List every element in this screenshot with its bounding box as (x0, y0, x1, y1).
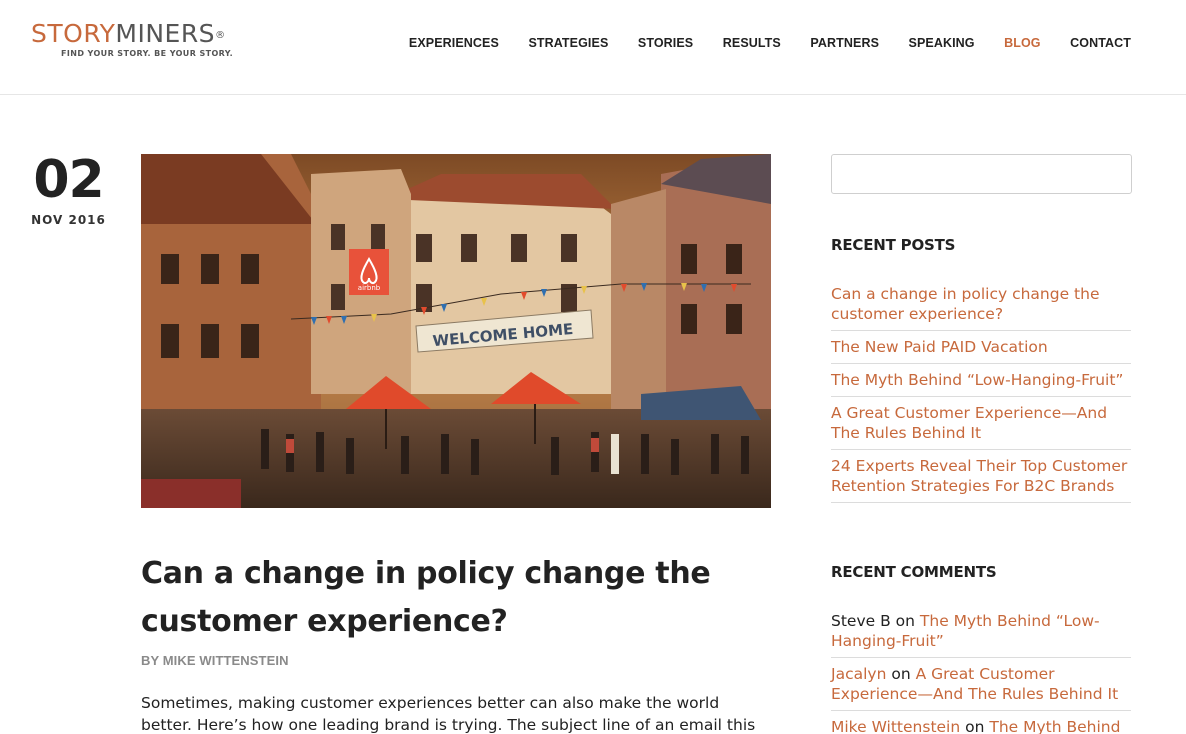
featured-image-illustration: airbnb WELCOME HOME (141, 154, 771, 508)
comment-connector: on (890, 612, 920, 630)
recent-comments-title: RECENT COMMENTS (831, 563, 997, 581)
list-item: Mike Wittenstein on The Myth Behind (831, 711, 1131, 734)
nav-item-blog[interactable]: BLOG (1004, 36, 1041, 50)
list-item: The New Paid PAID Vacation (831, 331, 1131, 364)
registered-mark: ® (215, 30, 226, 41)
list-item: 24 Experts Reveal Their Top Customer Ret… (831, 450, 1131, 503)
logo-wordmark: STORYMINERS® (31, 20, 233, 48)
recent-post-link[interactable]: The New Paid PAID Vacation (831, 337, 1131, 357)
recent-post-link[interactable]: 24 Experts Reveal Their Top Customer Ret… (831, 456, 1131, 496)
post-date: 02 NOV 2016 (31, 152, 106, 227)
sign-brand-text: airbnb (358, 284, 381, 292)
recent-posts-title: RECENT POSTS (831, 236, 956, 254)
logo-word-miners: MINERS (115, 19, 216, 48)
author-link[interactable]: MIKE WITTENSTEIN (163, 653, 289, 668)
search-input[interactable] (831, 154, 1132, 194)
recent-post-link[interactable]: The Myth Behind “Low-Hanging-Fruit” (831, 370, 1131, 390)
post-excerpt: Sometimes, making customer experiences b… (141, 694, 756, 734)
post-date-month-year: NOV 2016 (31, 213, 106, 227)
comment-author: Steve B (831, 612, 891, 630)
nav-item-experiences[interactable]: EXPERIENCES (409, 36, 499, 50)
comment-connector: on (886, 665, 916, 683)
recent-post-link[interactable]: A Great Customer Experience—And The Rule… (831, 403, 1131, 443)
list-item: Can a change in policy change the custom… (831, 278, 1131, 331)
post-byline: BY MIKE WITTENSTEIN (141, 653, 289, 668)
site-header: STORYMINERS® FIND YOUR STORY. BE YOUR ST… (0, 0, 1186, 95)
main-nav: EXPERIENCES STRATEGIES STORIES RESULTS P… (379, 36, 1131, 50)
site-logo[interactable]: STORYMINERS® FIND YOUR STORY. BE YOUR ST… (31, 20, 234, 59)
nav-item-partners[interactable]: PARTNERS (810, 36, 879, 50)
list-item: Steve B on The Myth Behind “Low-Hanging-… (831, 605, 1131, 658)
comment-author-link[interactable]: Jacalyn (831, 665, 886, 683)
comment-author-link[interactable]: Mike Wittenstein (831, 718, 960, 734)
recent-post-link[interactable]: Can a change in policy change the custom… (831, 284, 1131, 324)
logo-tagline: FIND YOUR STORY. BE YOUR STORY. (61, 49, 234, 58)
list-item: Jacalyn on A Great Customer Experience—A… (831, 658, 1131, 711)
nav-item-stories[interactable]: STORIES (638, 36, 693, 50)
nav-item-speaking[interactable]: SPEAKING (909, 36, 975, 50)
comment-post-link[interactable]: The Myth Behind (989, 718, 1120, 734)
post-date-day: 02 (33, 150, 104, 210)
nav-item-contact[interactable]: CONTACT (1070, 36, 1131, 50)
logo-word-story: STORY (31, 19, 116, 48)
byline-prefix: BY (141, 653, 163, 668)
nav-item-strategies[interactable]: STRATEGIES (528, 36, 608, 50)
list-item: The Myth Behind “Low-Hanging-Fruit” (831, 364, 1131, 397)
recent-posts-list: Can a change in policy change the custom… (831, 278, 1131, 503)
comment-connector: on (960, 718, 990, 734)
list-item: A Great Customer Experience—And The Rule… (831, 397, 1131, 450)
post-title[interactable]: Can a change in policy change the custom… (141, 550, 781, 646)
nav-item-results[interactable]: RESULTS (723, 36, 781, 50)
recent-comments-list: Steve B on The Myth Behind “Low-Hanging-… (831, 605, 1131, 734)
featured-image[interactable]: airbnb WELCOME HOME (141, 154, 771, 508)
